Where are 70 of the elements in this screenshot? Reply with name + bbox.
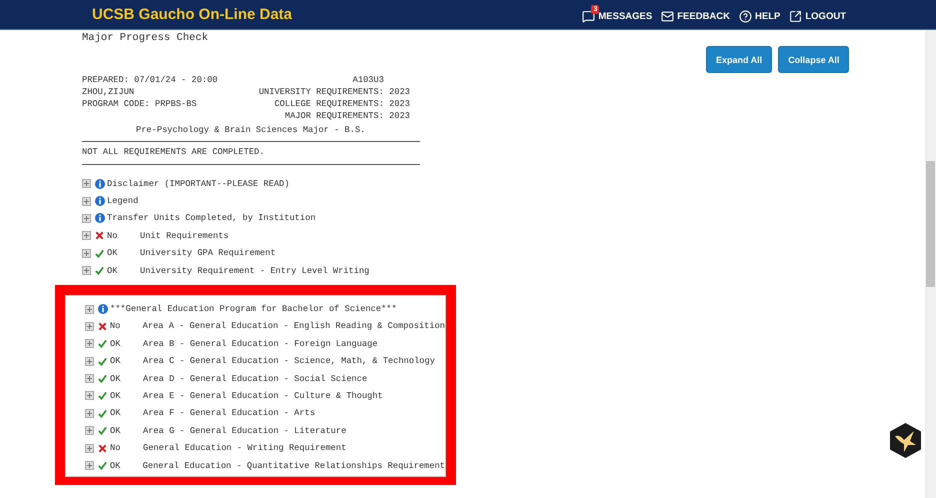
requirement-title[interactable]: Transfer Units Completed, by Institution	[107, 213, 316, 224]
report-field: PREPARED: 07/01/24 - 20:00	[82, 75, 218, 85]
site-title: UCSB Gaucho On-Line Data	[92, 6, 294, 23]
requirement-title[interactable]: Area F - General Education - Arts	[143, 408, 316, 418]
expand-icon[interactable]	[82, 196, 91, 206]
requirement-title[interactable]: University GPA Requirement	[140, 248, 276, 258]
external-link-icon	[789, 10, 802, 23]
info-icon	[95, 196, 105, 206]
requirement-status: OK	[110, 338, 122, 349]
expand-icon[interactable]	[82, 248, 91, 258]
requirement-title[interactable]: Area D - General Education - Social Science	[143, 374, 368, 384]
expand-icon[interactable]	[85, 444, 94, 453]
requirement-status: No	[110, 321, 122, 332]
report-field: COLLEGE REQUIREMENTS: 2023	[274, 99, 410, 109]
expand-icon[interactable]	[85, 356, 94, 366]
requirement-status: OK	[107, 266, 118, 276]
requirement-status: OK	[110, 426, 122, 436]
requirement-status: OK	[110, 374, 122, 384]
info-icon	[98, 304, 108, 314]
requirement-status: No	[110, 443, 122, 454]
requirement-title[interactable]: Unit Requirements	[140, 230, 229, 241]
requirement-title[interactable]: Area B - General Education - Foreign Language	[143, 338, 378, 349]
expand-icon[interactable]	[85, 322, 94, 331]
help-icon	[739, 10, 752, 23]
requirement-title[interactable]: Area G - General Education - Literature	[143, 426, 346, 436]
scrollbar[interactable]	[925, 30, 936, 498]
expand-icon[interactable]	[85, 426, 94, 436]
expand-icon[interactable]	[85, 408, 94, 418]
expand-icon[interactable]	[85, 391, 94, 400]
report-field: PROGRAM CODE: PRPBS-BS	[82, 99, 197, 109]
requirement-title[interactable]: General Education - Quantitative Relationships Requirement	[142, 460, 446, 471]
bird-icon[interactable]	[889, 422, 922, 459]
nav-link[interactable]: FEEDBACK	[661, 4, 730, 25]
requirement-title[interactable]: Legend	[107, 196, 138, 206]
completion-status: NOT ALL REQUIREMENTS ARE COMPLETED.	[82, 146, 266, 158]
expand-icon[interactable]	[85, 374, 94, 384]
requirement-status: OK	[110, 356, 122, 366]
requirement-title[interactable]: Area E - General Education - Culture & Thought	[143, 390, 383, 401]
requirement-status: OK	[110, 408, 122, 418]
expand-icon[interactable]	[85, 461, 94, 470]
expand-icon[interactable]	[82, 179, 91, 188]
page-title: Major Progress Check	[82, 32, 210, 46]
requirement-status: OK	[110, 390, 122, 401]
collapse-all-button[interactable]: Collapse All	[778, 46, 850, 73]
requirement-title[interactable]: Area A - General Education - English Reading & Composition	[142, 321, 446, 332]
requirement-title[interactable]: General Education - Writing Requirement	[143, 443, 346, 454]
mail-icon	[661, 10, 674, 23]
requirement-title[interactable]: Area C - General Education - Science, Math, & Technology	[143, 356, 435, 366]
expand-icon[interactable]	[85, 304, 94, 314]
requirement-status: OK	[107, 248, 118, 258]
requirement-title[interactable]: ***General Education Program for Bachelor of Science***	[110, 304, 397, 314]
report-field: MAJOR REQUIREMENTS: 2023	[284, 111, 410, 121]
expand-icon[interactable]	[82, 266, 91, 276]
report-field: UNIVERSITY REQUIREMENTS: 2023	[258, 87, 410, 97]
requirement-status: No	[107, 230, 118, 241]
requirement-title[interactable]: University Requirement - Entry Level Writing	[140, 266, 370, 276]
info-icon	[95, 213, 105, 224]
major-name: Pre-Psychology & Brain Sciences Major - B.S.	[135, 124, 366, 137]
expand-all-button[interactable]: Expand All	[706, 46, 772, 73]
expand-icon[interactable]	[82, 231, 91, 240]
message-icon	[582, 10, 596, 23]
report-field: ZHOU,ZIJUN	[82, 87, 134, 97]
requirement-status: OK	[110, 460, 122, 471]
nav-link[interactable]: HELP	[739, 4, 780, 25]
report-field: A103U3	[352, 75, 410, 85]
info-icon	[95, 178, 105, 189]
expand-icon[interactable]	[82, 214, 91, 223]
expand-icon[interactable]	[85, 339, 94, 348]
requirement-title[interactable]: Disclaimer (IMPORTANT--PLEASE READ)	[107, 178, 290, 189]
nav-link[interactable]: LOGOUT	[789, 4, 846, 25]
